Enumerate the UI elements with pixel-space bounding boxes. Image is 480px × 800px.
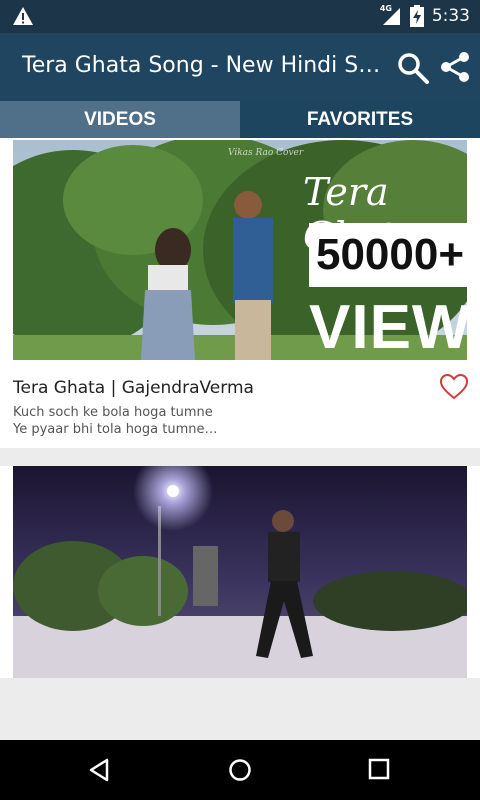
warning-icon — [13, 7, 33, 25]
recents-icon[interactable] — [368, 758, 390, 780]
video-thumbnail[interactable]: Vikas Rao Cover Tera Ghata 50000+ VIEWS — [13, 140, 467, 360]
navigation-bar — [0, 740, 480, 800]
thumbnail-watermark: Vikas Rao Cover — [228, 148, 304, 158]
thumbnail-views: VIEWS — [309, 293, 467, 360]
video-thumbnail[interactable] — [13, 466, 467, 678]
video-card[interactable] — [0, 466, 480, 678]
tab-bar: VIDEOS FAVORITES — [0, 101, 480, 138]
heart-outline-icon[interactable] — [440, 374, 468, 400]
tab-favorites[interactable]: FAVORITES — [240, 101, 480, 138]
clock: 5:33 — [431, 6, 470, 26]
back-icon[interactable] — [88, 758, 110, 782]
search-icon[interactable] — [396, 51, 430, 85]
share-icon[interactable] — [438, 50, 472, 84]
status-bar: 4G 5:33 — [0, 0, 480, 33]
battery-icon — [409, 5, 424, 27]
video-description: Kuch soch ke bola hoga tumne Ye pyaar bh… — [13, 404, 217, 438]
video-card[interactable]: Vikas Rao Cover Tera Ghata 50000+ VIEWS … — [0, 138, 480, 448]
description-line: Kuch soch ke bola hoga tumne — [13, 405, 213, 420]
description-line: Ye pyaar bhi tola hoga tumne… — [13, 422, 218, 437]
video-title[interactable]: Tera Ghata | GajendraVerma — [13, 378, 254, 398]
signal-icon: 4G — [380, 4, 402, 26]
tab-videos[interactable]: VIDEOS — [0, 101, 240, 138]
home-icon[interactable] — [228, 758, 252, 782]
thumbnail-image — [13, 466, 467, 678]
app-title: Tera Ghata Song - New Hindi Songs — [22, 53, 382, 78]
app-bar: Tera Ghata Song - New Hindi Songs — [0, 33, 480, 101]
thumbnail-count: 50000+ — [309, 223, 467, 287]
